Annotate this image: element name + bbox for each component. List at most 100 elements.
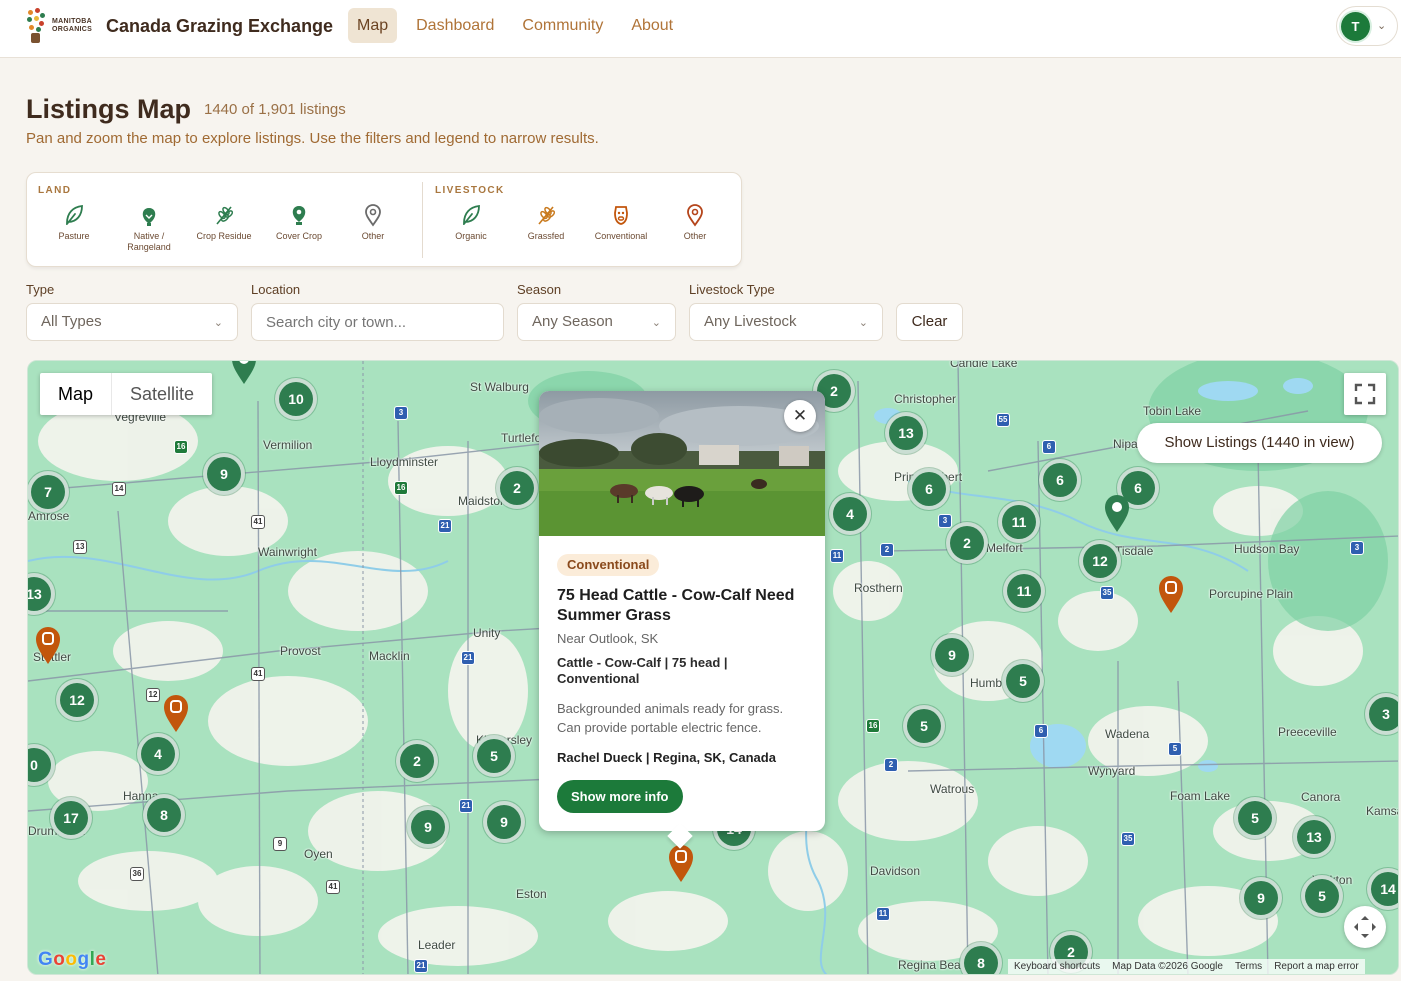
show-listings-button[interactable]: Show Listings (1440 in view) [1137,423,1382,463]
nav-dashboard[interactable]: Dashboard [407,8,503,43]
clear-filters-button[interactable]: Clear [896,303,963,341]
listing-cluster[interactable]: 11 [1003,570,1045,612]
livestock-select-value: Any Livestock [704,313,797,330]
chevron-down-icon: ⌄ [858,317,868,329]
page-title: Listings Map [26,94,192,124]
legend-item-native-rangeland[interactable]: Native / Rangeland [114,207,184,253]
listing-cluster[interactable]: 6 [1039,459,1081,501]
listing-cluster[interactable]: 5 [1002,660,1044,702]
place-label: Canora [1301,790,1341,804]
place-label: Foam Lake [1170,789,1231,803]
listing-cluster[interactable]: 12 [56,679,98,721]
map-type-satellite-button[interactable]: Satellite [112,373,212,415]
listing-cluster[interactable]: 4 [829,493,871,535]
listing-cluster[interactable]: 5 [1301,875,1343,917]
listings-map[interactable]: 3 16 14 16 41 21 13 11 2 3 55 6 35 3 21 … [27,360,1399,975]
legend-item-conventional[interactable]: Conventional [586,203,656,242]
legend-item-cover-crop[interactable]: Cover Crop [264,203,334,242]
legend-item-pasture[interactable]: Pasture [39,203,109,242]
listing-owner: Rachel Dueck | Regina, SK, Canada [557,750,776,765]
highway-shield: 11 [876,907,890,921]
listing-cluster[interactable]: 10 [275,378,317,420]
highway-shield: 9 [273,837,287,851]
livestock-select[interactable]: Any Livestock ⌄ [689,303,883,341]
camera-control-button[interactable] [1344,906,1386,948]
leaf-icon [66,204,83,226]
listing-photo [539,391,825,536]
place-label: Hudson Bay [1234,542,1300,556]
highway-shield: 11 [830,549,844,563]
listing-cluster[interactable]: 13 [1293,816,1335,858]
highway-shield: 12 [146,688,160,702]
type-select[interactable]: All Types ⌄ [26,303,238,341]
conventional-pin-icon[interactable] [667,843,695,883]
listing-cluster[interactable]: 2 [946,522,988,564]
user-menu-button[interactable]: T ⌄ [1336,6,1398,46]
keyboard-shortcuts-link[interactable]: Keyboard shortcuts [1014,959,1100,974]
place-label: Davidson [870,864,921,878]
pasture-pin-icon[interactable] [1103,493,1131,533]
terms-link[interactable]: Terms [1235,959,1262,974]
listing-cluster[interactable]: 6 [908,468,950,510]
listing-cluster[interactable]: 8 [143,794,185,836]
conventional-pin-icon[interactable] [162,693,190,733]
listing-cluster[interactable]: 7 [28,471,69,513]
listing-cluster[interactable]: 12 [1079,540,1121,582]
highway-shield: 6 [1034,724,1048,738]
report-error-link[interactable]: Report a map error [1274,959,1358,974]
place-label: Rosthern [854,581,903,595]
listing-cluster[interactable]: 2 [496,467,538,509]
legend-item-crop-residue[interactable]: Crop Residue [189,203,259,242]
place-label: Lloydminster [370,455,439,469]
highway-shield: 3 [1350,541,1364,555]
listing-cluster[interactable]: 3 [1365,693,1398,735]
legend-label: Organic [455,231,487,241]
listing-cluster[interactable]: 13 [885,412,927,454]
legend-item-organic[interactable]: Organic [436,203,506,242]
grass-icon [142,208,156,226]
map-attribution: Keyboard shortcuts Map Data ©2026 Google… [1008,959,1365,974]
nav-about[interactable]: About [622,8,682,43]
highway-shield: 36 [130,867,144,881]
app-title: Canada Grazing Exchange [106,15,334,36]
highway-shield: 55 [996,413,1010,427]
legend-label: Conventional [594,231,648,241]
show-more-info-button[interactable]: Show more info [557,780,683,813]
highway-shield: 41 [251,667,265,681]
listing-cluster[interactable]: 17 [50,797,92,839]
legend-item-land-other[interactable]: Other [338,203,408,242]
listing-info-popup: ✕ Conventional 75 Head Cattle - Cow-Calf… [539,391,825,849]
nav-community[interactable]: Community [513,8,612,43]
listing-cluster[interactable]: 2 [396,740,438,782]
listing-cluster[interactable]: 9 [407,806,449,848]
cow-icon [614,206,628,225]
listing-count: 1440 of 1,901 listings [204,101,346,118]
location-search-input[interactable] [251,303,504,341]
place-label: Wynyard [1088,764,1136,778]
listing-cluster[interactable]: 11 [998,501,1040,543]
pasture-pin-icon[interactable] [230,360,258,385]
nav-map[interactable]: Map [348,8,398,43]
listing-cluster[interactable]: 9 [1240,877,1282,919]
listing-cluster[interactable]: 9 [931,634,973,676]
highway-shield: 16 [394,481,408,495]
fullscreen-button[interactable] [1344,373,1386,415]
listing-cluster[interactable]: 4 [137,733,179,775]
season-select[interactable]: Any Season ⌄ [517,303,676,341]
place-label: Oyen [304,847,333,861]
listing-cluster[interactable]: 9 [483,801,525,843]
highway-shield: 21 [438,519,452,533]
map-type-map-button[interactable]: Map [40,373,113,415]
close-popup-button[interactable]: ✕ [784,400,816,432]
listing-cluster[interactable]: 9 [203,453,245,495]
brand[interactable]: MANITOBA ORGANICS Canada Grazing Exchang… [26,8,333,44]
listing-cluster[interactable]: 5 [903,705,945,747]
legend-item-grassfed[interactable]: Grassfed [511,203,581,242]
highway-shield: 21 [414,959,428,973]
listing-cluster[interactable]: 5 [1234,797,1276,839]
legend-item-livestock-other[interactable]: Other [660,203,730,242]
conventional-pin-icon[interactable] [34,625,62,665]
listing-cluster[interactable]: 5 [473,735,515,777]
conventional-pin-icon[interactable] [1157,574,1185,614]
season-filter-label: Season [517,282,562,297]
